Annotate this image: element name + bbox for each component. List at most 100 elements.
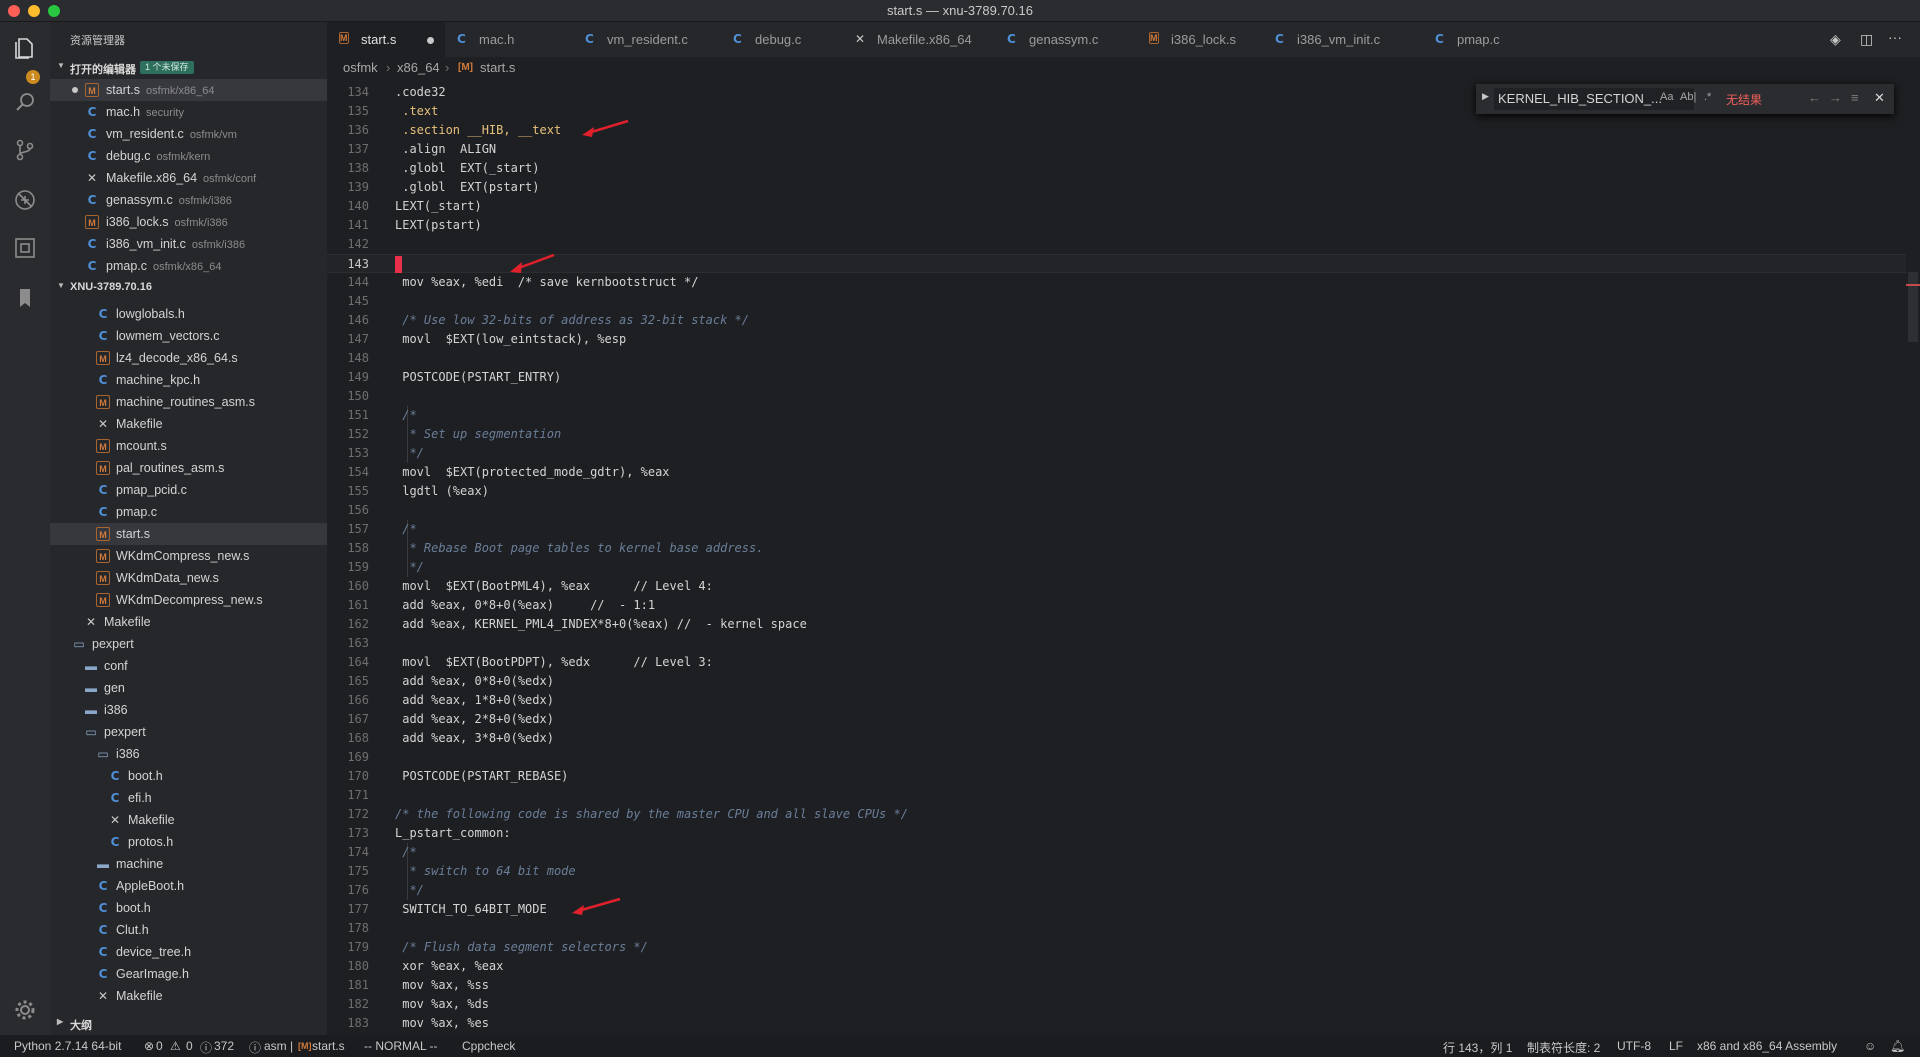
workspace-header[interactable]: ▼ XNU-3789.70.16 <box>50 277 327 297</box>
code-line[interactable]: 136 .section __HIB, __text <box>327 121 1920 140</box>
code-line[interactable]: 161 add %eax, 0*8+0(%eax) // - 1:1 <box>327 596 1920 615</box>
open-editor-item[interactable]: Cmac.h security <box>50 101 327 123</box>
code-line[interactable]: 179 /* Flush data segment selectors */ <box>327 938 1920 957</box>
tree-file[interactable]: Clowglobals.h <box>50 303 327 325</box>
error-icon[interactable]: ⊗ <box>144 1039 154 1053</box>
code-line[interactable]: 175 * switch to 64 bit mode <box>327 862 1920 881</box>
code-line[interactable]: 173 L_pstart_common: <box>327 824 1920 843</box>
code-line[interactable]: 148 <box>327 349 1920 368</box>
error-count[interactable]: 0 <box>156 1039 163 1053</box>
open-editor-item[interactable]: Ci386_vm_init.c osfmk/i386 <box>50 233 327 255</box>
tab-pmap-c[interactable]: Cpmap.c <box>1423 22 1553 57</box>
bookmark-icon[interactable] <box>13 286 37 310</box>
tree-file[interactable]: ✕ Makefile <box>50 413 327 435</box>
eol[interactable]: LF <box>1669 1039 1683 1053</box>
code-line[interactable]: 137 .align ALIGN <box>327 140 1920 159</box>
tree-folder[interactable]: ▬ i386 <box>50 699 327 721</box>
tree-folder[interactable]: ▬ conf <box>50 655 327 677</box>
match-case-icon[interactable]: Aa <box>1660 91 1673 103</box>
code-line[interactable]: 160 movl $EXT(BootPML4), %eax // Level 4… <box>327 577 1920 596</box>
code-line[interactable]: 140 LEXT(_start) <box>327 197 1920 216</box>
breadcrumb-item[interactable]: start.s <box>480 60 515 75</box>
info-count[interactable]: 372 <box>214 1039 234 1053</box>
debug-icon[interactable] <box>13 188 37 212</box>
tree-file[interactable]: C GearImage.h <box>50 963 327 985</box>
tab-makefile-x86-64[interactable]: ✕ Makefile.x86_64 <box>843 22 995 57</box>
code-line[interactable]: 167 add %eax, 2*8+0(%edx) <box>327 710 1920 729</box>
tree-file[interactable]: M WKdmDecompress_new.s <box>50 589 327 611</box>
code-line[interactable]: 138 .globl EXT(_start) <box>327 159 1920 178</box>
open-editor-item[interactable]: Cvm_resident.c osfmk/vm <box>50 123 327 145</box>
compare-icon[interactable]: ◈ <box>1830 31 1841 48</box>
tab-vm-resident-c[interactable]: Cvm_resident.c <box>573 22 721 57</box>
code-line[interactable]: 181 mov %ax, %ss <box>327 976 1920 995</box>
tree-file[interactable]: Cprotos.h <box>50 831 327 853</box>
code-line[interactable]: 162 add %eax, KERNEL_PML4_INDEX*8+0(%eax… <box>327 615 1920 634</box>
tree-file[interactable]: Cboot.h <box>50 897 327 919</box>
open-editor-item[interactable]: Cpmap.c osfmk/x86_64 <box>50 255 327 277</box>
cursor-position[interactable]: 行 143，列 1 <box>1443 1039 1512 1056</box>
code-line[interactable]: 164 movl $EXT(BootPDPT), %edx // Level 3… <box>327 653 1920 672</box>
tab-i386-vm-init-c[interactable]: Ci386_vm_init.c <box>1263 22 1423 57</box>
open-editor-item[interactable]: Mstart.s osfmk/x86_64 <box>50 79 327 101</box>
tree-file[interactable]: Mmcount.s <box>50 435 327 457</box>
code-line[interactable]: 144 mov %eax, %edi /* save kernbootstruc… <box>327 273 1920 292</box>
tree-file[interactable]: Clowmem_vectors.c <box>50 325 327 347</box>
open-editor-item[interactable]: ✕ Makefile.x86_64 osfmk/conf <box>50 167 327 189</box>
code-line[interactable]: 163 <box>327 634 1920 653</box>
code-line[interactable]: 145 <box>327 292 1920 311</box>
tab-start-s[interactable]: Mstart.s <box>327 22 445 57</box>
tree-file[interactable]: M WKdmCompress_new.s <box>50 545 327 567</box>
close-icon[interactable]: ✕ <box>1874 90 1885 106</box>
code-line[interactable]: 147 movl $EXT(low_eintstack), %esp <box>327 330 1920 349</box>
search-icon[interactable] <box>13 90 37 114</box>
code-line[interactable]: 170 POSTCODE(PSTART_REBASE) <box>327 767 1920 786</box>
outline-header[interactable]: ▶ 大纲 <box>50 1013 327 1033</box>
language-short[interactable]: asm <box>264 1039 287 1053</box>
breadcrumb-item[interactable]: x86_64 <box>397 60 440 75</box>
editor-scrollbar[interactable] <box>1906 79 1920 1035</box>
tab-size[interactable]: 制表符长度: 2 <box>1527 1039 1600 1056</box>
code-line[interactable]: 166 add %eax, 1*8+0(%edx) <box>327 691 1920 710</box>
tree-file[interactable]: Mmachine_routines_asm.s <box>50 391 327 413</box>
tree-file[interactable]: Mstart.s <box>50 523 327 545</box>
code-line[interactable]: 155 lgdtl (%eax) <box>327 482 1920 501</box>
code-line[interactable]: 156 <box>327 501 1920 520</box>
extensions-icon[interactable] <box>13 236 37 260</box>
tree-file[interactable]: ✕ Makefile <box>50 809 327 831</box>
tree-folder[interactable]: ▬ machine <box>50 853 327 875</box>
code-line[interactable]: 171 <box>327 786 1920 805</box>
scrollbar-thumb[interactable] <box>1908 272 1918 342</box>
code-line[interactable]: 153 */ <box>327 444 1920 463</box>
code-line[interactable]: 142 <box>327 235 1920 254</box>
info-icon[interactable]: ⓘ <box>200 1039 212 1056</box>
tree-file[interactable]: Mlz4_decode_x86_64.s <box>50 347 327 369</box>
status-file-name[interactable]: start.s <box>312 1039 345 1053</box>
tab-mac-h[interactable]: Cmac.h <box>445 22 573 57</box>
warning-icon[interactable]: ⚠ <box>170 1039 181 1053</box>
more-actions-icon[interactable]: ··· <box>1888 29 1902 45</box>
code-line[interactable]: 159 */ <box>327 558 1920 577</box>
tree-file[interactable]: ✕ Makefile <box>50 611 327 633</box>
code-line[interactable]: 149 POSTCODE(PSTART_ENTRY) <box>327 368 1920 387</box>
code-line[interactable]: 174 /* <box>327 843 1920 862</box>
python-interpreter[interactable]: Python 2.7.14 64-bit <box>14 1039 121 1053</box>
code-line[interactable]: 169 <box>327 748 1920 767</box>
previous-match-icon[interactable]: ← <box>1808 90 1821 105</box>
code-line[interactable]: 172 /* the following code is shared by th… <box>327 805 1920 824</box>
code-line[interactable]: 182 mov %ax, %ds <box>327 995 1920 1014</box>
source-control-icon[interactable] <box>13 138 37 162</box>
code-line[interactable]: 154 movl $EXT(protected_mode_gdtr), %eax <box>327 463 1920 482</box>
open-editor-item[interactable]: Mi386_lock.s osfmk/i386 <box>50 211 327 233</box>
settings-gear-icon[interactable] <box>13 998 37 1022</box>
language-mode[interactable]: x86 and x86_64 Assembly <box>1697 1039 1837 1053</box>
code-editor[interactable]: 134 .code32 135 .text 136 .section __HIB, _… <box>327 79 1920 1035</box>
code-line[interactable]: 141 LEXT(pstart) <box>327 216 1920 235</box>
split-editor-icon[interactable]: ◫ <box>1860 31 1873 48</box>
code-line[interactable]: 183 mov %ax, %es <box>327 1014 1920 1033</box>
code-line[interactable]: 143 <box>327 254 1920 273</box>
code-line[interactable]: 177 SWITCH_TO_64BIT_MODE <box>327 900 1920 919</box>
tree-folder[interactable]: ▭ pexpert <box>50 633 327 655</box>
tree-file[interactable]: Cboot.h <box>50 765 327 787</box>
code-line[interactable]: 151 /* <box>327 406 1920 425</box>
